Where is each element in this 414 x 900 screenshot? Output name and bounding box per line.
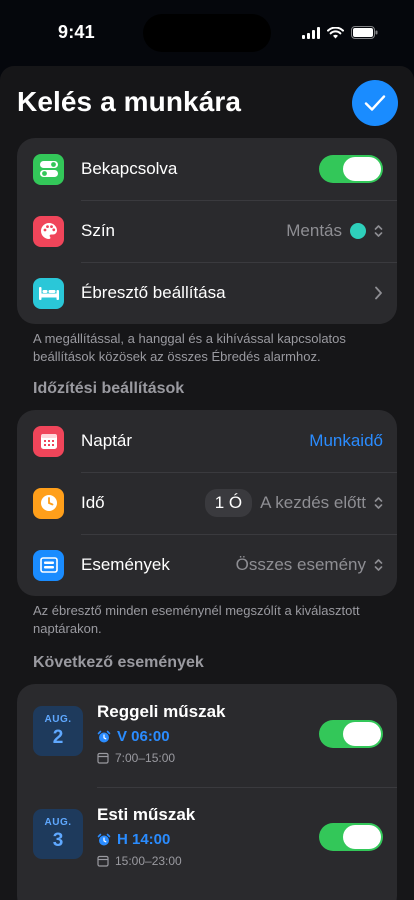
page-title: Kelés a munkára (17, 86, 242, 117)
event-date-badge: AUG. 3 (33, 809, 83, 859)
event-time-range: 15:00–23:00 (115, 854, 182, 868)
calendar-small-icon (97, 752, 109, 764)
done-button[interactable] (352, 80, 398, 126)
enabled-label: Bekapcsolva (81, 159, 178, 178)
event-row[interactable]: AUG. 3 Esti műszak H 14:00 15:00–23:00 (17, 787, 397, 890)
checkmark-icon (364, 95, 386, 111)
event-day: 2 (52, 726, 64, 748)
alarm-clock-icon (97, 730, 111, 742)
event-toggle[interactable] (319, 823, 383, 851)
enabled-row: Bekapcsolva (17, 138, 397, 200)
event-month: AUG. (44, 816, 72, 828)
events-row[interactable]: Események Összes esemény (17, 534, 397, 596)
battery-icon (351, 26, 378, 39)
events-value-text: Összes esemény (235, 555, 366, 574)
alarm-sheet: Kelés a munkára Bekapcsolva Szín Mentás … (0, 66, 414, 900)
chevron-updown-icon (374, 559, 383, 571)
timing-section-header: Időzítési beállítások (33, 380, 185, 397)
time-amount-stepper[interactable]: 1 Ó (204, 489, 253, 517)
calendar-icon (33, 425, 64, 457)
status-time: 9:41 (58, 22, 95, 42)
calendar-value: Munkaidő (309, 431, 383, 450)
color-row[interactable]: Szín Mentás (17, 200, 397, 262)
upcoming-section-header: Következő események (33, 654, 204, 671)
color-value-text: Mentás (286, 221, 342, 240)
event-month: AUG. (44, 713, 72, 725)
event-alarm-time: H 14:00 (117, 831, 171, 848)
cellular-signal-icon (302, 26, 320, 39)
event-title: Reggeli műszak (97, 702, 226, 721)
calendar-row[interactable]: Naptár Munkaidő (17, 410, 397, 472)
event-range: 7:00–15:00 (97, 751, 383, 765)
color-swatch (350, 223, 366, 239)
chevron-updown-icon (374, 497, 383, 509)
timing-group: Naptár Munkaidő Idő 1 Ó A kezdés előtt E… (17, 410, 397, 596)
event-toggle[interactable] (319, 720, 383, 748)
color-value: Mentás (286, 221, 383, 241)
wifi-icon (327, 26, 344, 38)
status-icons (302, 26, 378, 39)
list-icon (33, 549, 64, 581)
event-row[interactable]: AUG. 2 Reggeli műszak V 06:00 7:00–15:00 (17, 684, 397, 787)
events-label: Események (81, 555, 170, 574)
timing-footnote: Az ébresztő minden eseménynél megszólít … (33, 603, 360, 636)
alarm-setup-label: Ébresztő beállítása (81, 283, 226, 302)
time-label: Idő (81, 493, 105, 512)
chevron-right-icon (375, 286, 382, 300)
event-alarm-time: V 06:00 (117, 728, 170, 745)
settings-group: Bekapcsolva Szín Mentás Ébresztő beállít… (17, 138, 397, 324)
status-bar: 9:41 (0, 0, 414, 66)
palette-icon (33, 215, 64, 247)
enabled-toggle[interactable] (319, 155, 383, 183)
time-value-text: A kezdés előtt (260, 493, 366, 512)
alarm-setup-row[interactable]: Ébresztő beállítása (17, 262, 397, 324)
event-time-range: 7:00–15:00 (115, 751, 176, 765)
switch-icon (33, 153, 64, 185)
events-value: Összes esemény (236, 555, 383, 575)
calendar-label: Naptár (81, 431, 133, 450)
color-label: Szín (81, 221, 116, 240)
upcoming-events-group: AUG. 2 Reggeli műszak V 06:00 7:00–15:00… (17, 684, 397, 900)
settings-footnote: A megállítással, a hanggal és a kihíváss… (33, 331, 346, 364)
dynamic-island (143, 14, 271, 52)
calendar-small-icon (97, 855, 109, 867)
time-row[interactable]: Idő 1 Ó A kezdés előtt (17, 472, 397, 534)
bed-icon (33, 277, 64, 309)
clock-icon (33, 487, 64, 519)
event-date-badge: AUG. 2 (33, 706, 83, 756)
time-value: 1 Ó A kezdés előtt (204, 489, 383, 517)
alarm-clock-icon (97, 833, 111, 845)
chevron-updown-icon (374, 225, 383, 237)
event-day: 3 (52, 829, 64, 851)
event-title: Esti műszak (97, 805, 196, 824)
event-range: 15:00–23:00 (97, 854, 383, 868)
